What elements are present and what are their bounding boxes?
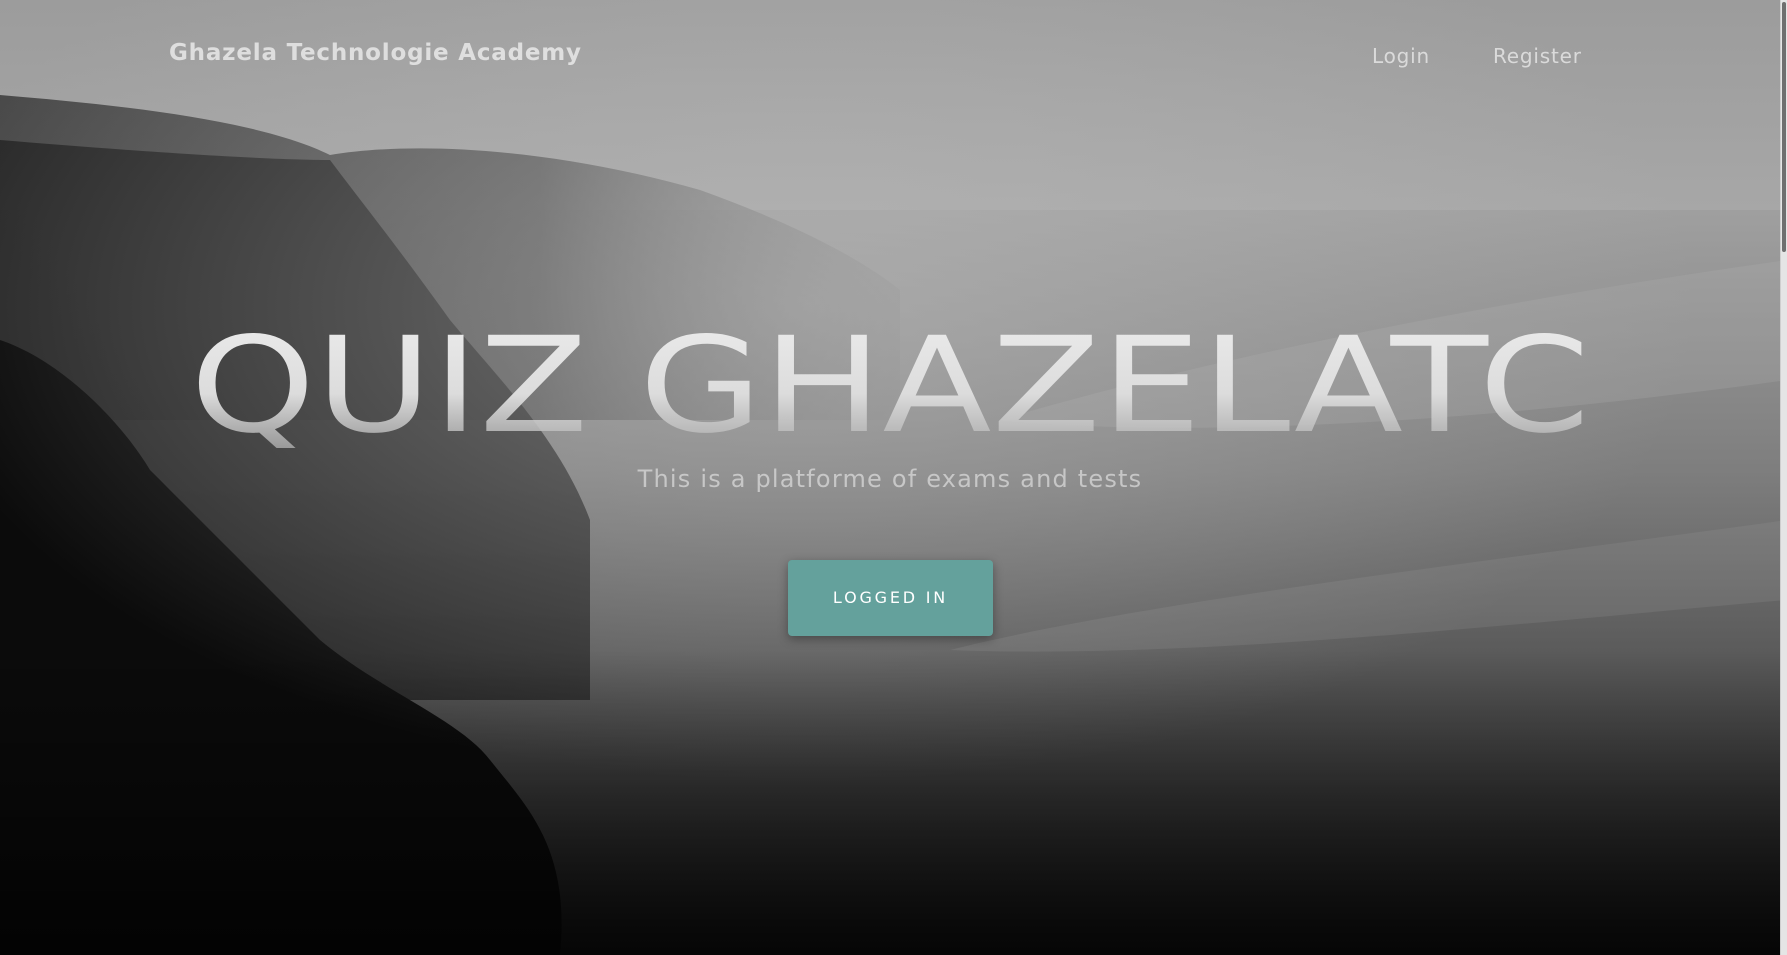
navbar: Ghazela Technologie Academy Login Regist… bbox=[0, 0, 1780, 110]
hero-subtitle: This is a platforme of exams and tests bbox=[637, 465, 1143, 493]
scrollbar-thumb[interactable] bbox=[1782, 2, 1786, 252]
brand-link[interactable]: Ghazela Technologie Academy bbox=[169, 40, 582, 66]
hero-title: QUIZ GHAZELATC bbox=[190, 309, 1590, 463]
nav-link-register[interactable]: Register bbox=[1493, 44, 1582, 68]
hero-title-text: QUIZ GHAZELATC bbox=[190, 309, 1590, 463]
page: Ghazela Technologie Academy Login Regist… bbox=[0, 0, 1787, 955]
logged-in-button[interactable]: LOGGED IN bbox=[788, 560, 993, 636]
nav-link-login[interactable]: Login bbox=[1372, 44, 1430, 68]
scrollbar[interactable] bbox=[1780, 0, 1787, 955]
